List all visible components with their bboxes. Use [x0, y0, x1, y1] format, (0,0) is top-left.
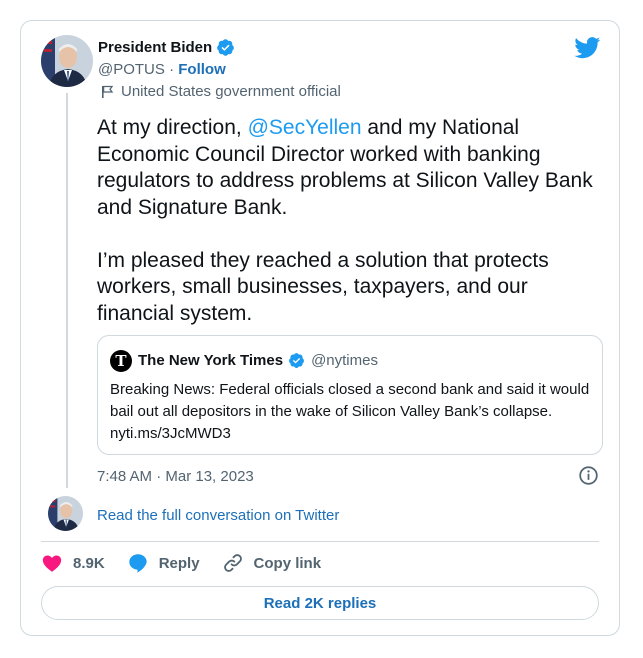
handle-separator: ·	[164, 61, 179, 78]
like-count: 8.9K	[73, 554, 105, 572]
twitter-bird-icon[interactable]	[574, 37, 601, 59]
follow-link[interactable]: Follow	[178, 61, 226, 78]
conversation-avatar[interactable]	[48, 496, 83, 531]
author-handle-row: @POTUS · Follow	[98, 61, 226, 78]
info-icon[interactable]	[578, 465, 599, 486]
thread-connector-line	[66, 93, 68, 488]
link-icon	[223, 554, 242, 572]
action-bar: 8.9K Reply Copy link	[41, 552, 343, 574]
verified-badge-icon	[217, 39, 235, 56]
tweet-text: At my direction, @SecYellen and my Natio…	[97, 115, 597, 327]
reply-label: Reply	[158, 554, 200, 572]
copy-link-label: Copy link	[253, 554, 322, 572]
author-display-name[interactable]: President Biden	[98, 39, 212, 56]
quoted-author-row: The New York Times @nytimes	[138, 352, 378, 369]
reply-bubble-icon	[128, 554, 147, 573]
read-conversation-link[interactable]: Read the full conversation on Twitter	[97, 507, 339, 524]
affiliation-label-row: United States government official	[101, 83, 341, 100]
quoted-tweet[interactable]: T The New York Times @nytimes Breaking N…	[97, 335, 603, 455]
quoted-author-handle: @nytimes	[311, 352, 378, 369]
flag-icon	[102, 85, 114, 98]
author-handle[interactable]: @POTUS	[98, 61, 165, 78]
mention-link[interactable]: @SecYellen	[248, 116, 362, 139]
embedded-tweet-card: President Biden @POTUS · Follow United S…	[20, 20, 620, 636]
verified-badge-icon	[289, 353, 305, 368]
quoted-author-name: The New York Times	[138, 352, 284, 369]
reply-button[interactable]: Reply	[127, 552, 200, 574]
tweet-text-intro: At my direction,	[97, 116, 248, 139]
copy-link-button[interactable]: Copy link	[222, 552, 322, 574]
tweet-text-body: and my National Economic Council Directo…	[97, 116, 593, 325]
divider	[41, 541, 599, 542]
nytimes-logo-avatar: T	[110, 350, 132, 372]
author-avatar[interactable]	[41, 35, 93, 87]
quoted-tweet-text: Breaking News: Federal officials closed …	[110, 381, 590, 442]
tweet-timestamp[interactable]: 7:48 AM · Mar 13, 2023	[97, 468, 254, 485]
read-replies-button[interactable]: Read 2K replies	[41, 586, 599, 620]
author-name-row[interactable]: President Biden	[98, 38, 235, 57]
like-button[interactable]: 8.9K	[41, 552, 105, 574]
affiliation-label: United States government official	[121, 83, 341, 100]
heart-icon	[42, 555, 62, 572]
